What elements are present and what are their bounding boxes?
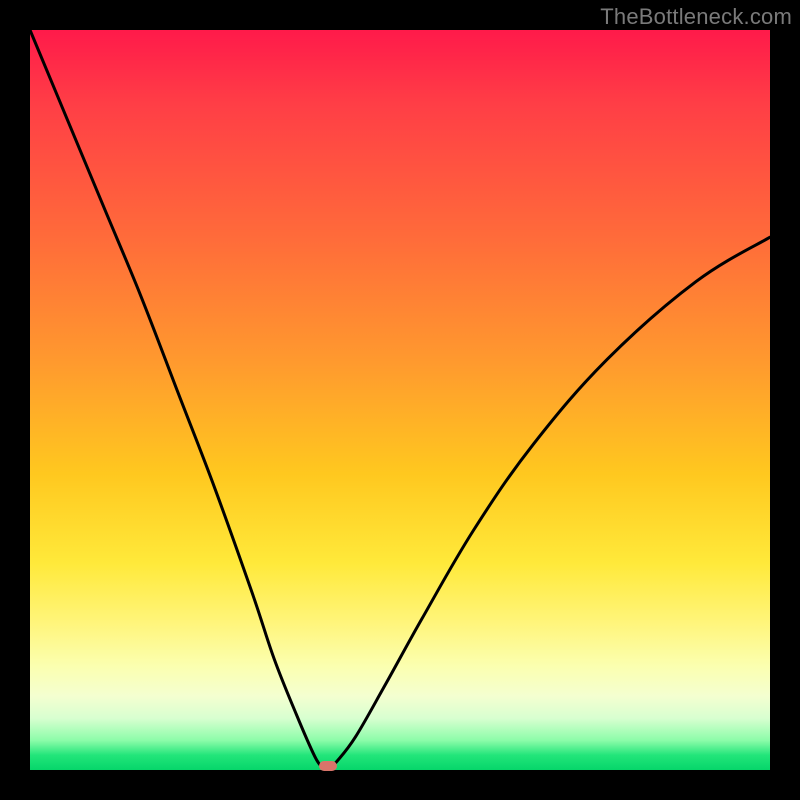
minimum-marker [319, 761, 337, 771]
plot-area [30, 30, 770, 770]
chart-frame: TheBottleneck.com [0, 0, 800, 800]
bottleneck-curve [30, 30, 770, 770]
watermark-text: TheBottleneck.com [600, 4, 792, 30]
